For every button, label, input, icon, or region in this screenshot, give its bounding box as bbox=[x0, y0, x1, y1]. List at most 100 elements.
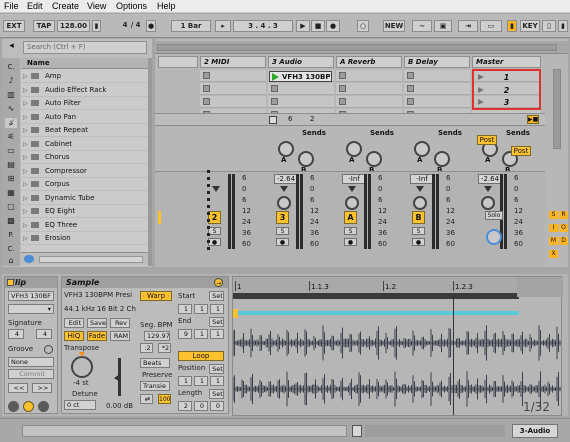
send-b-knob[interactable] bbox=[298, 151, 314, 167]
send-a-knob[interactable] bbox=[346, 141, 362, 157]
track-header[interactable]: B Delay bbox=[404, 56, 470, 68]
mixer-toggle-icon[interactable]: O bbox=[559, 224, 568, 232]
browser-list-item[interactable]: ▷ Cabinet bbox=[21, 138, 148, 151]
expand-arrow-icon[interactable]: ▷ bbox=[23, 70, 28, 83]
arm-button[interactable]: ● bbox=[344, 238, 357, 246]
expand-arrow-icon[interactable]: ▷ bbox=[23, 124, 28, 137]
audio-clip[interactable]: VFH3 130BPM P bbox=[269, 71, 332, 82]
expand-arrow-icon[interactable]: ▷ bbox=[23, 178, 28, 191]
double-tempo-button[interactable]: *2 bbox=[158, 343, 171, 353]
clip-slot[interactable] bbox=[200, 96, 266, 108]
time-sig-den[interactable]: 4 bbox=[133, 20, 143, 32]
volume-fader-handle[interactable] bbox=[348, 186, 356, 192]
sample-icon[interactable]: ▥ bbox=[5, 90, 17, 100]
track-activator-button[interactable]: 3 bbox=[276, 211, 289, 224]
clip-slot[interactable] bbox=[268, 83, 334, 95]
clip-stop-button[interactable] bbox=[271, 85, 278, 92]
solo-master-button[interactable]: Solo bbox=[485, 211, 503, 220]
clip-icon[interactable]: ▤ bbox=[5, 160, 17, 170]
clip-stop-button[interactable] bbox=[203, 85, 210, 92]
scene-launch[interactable]: 1 bbox=[475, 72, 538, 83]
punch-icon[interactable]: ▭ bbox=[480, 20, 502, 32]
scene-play-icon[interactable] bbox=[478, 86, 484, 93]
clip-slot[interactable] bbox=[200, 70, 266, 82]
preview-icon[interactable] bbox=[24, 255, 34, 263]
clip-slot[interactable] bbox=[336, 70, 402, 82]
solo-button[interactable]: S bbox=[412, 227, 425, 235]
start-position-field[interactable]: 1 bbox=[210, 304, 224, 314]
position-field[interactable]: 3 . 4 . 3 bbox=[233, 20, 293, 32]
track-header[interactable]: A Reverb bbox=[336, 56, 402, 68]
clip-stop-button[interactable] bbox=[407, 72, 414, 79]
loop-brace[interactable] bbox=[233, 293, 519, 299]
post-button[interactable]: Post bbox=[477, 135, 497, 145]
user-icon[interactable]: ⌂ bbox=[5, 256, 17, 266]
next-clip-button[interactable]: >> bbox=[32, 383, 52, 393]
end-set-button[interactable]: Set bbox=[209, 317, 224, 327]
pan-knob[interactable] bbox=[481, 196, 495, 210]
device-icon[interactable]: ▢ bbox=[5, 202, 17, 212]
overview-bar[interactable] bbox=[157, 44, 557, 51]
browser-list-item[interactable]: ▷ Corpus bbox=[21, 178, 148, 191]
ext-button[interactable]: EXT bbox=[3, 20, 25, 32]
follow-icon[interactable]: ▸ bbox=[215, 20, 231, 32]
expand-arrow-icon[interactable]: ▷ bbox=[23, 111, 28, 124]
detune-field[interactable]: 0 ct bbox=[64, 400, 96, 410]
browser-list-item[interactable]: ▷ Chorus bbox=[21, 151, 148, 164]
loop-region-bar[interactable] bbox=[233, 311, 519, 315]
menu-create[interactable]: Create bbox=[52, 1, 79, 11]
metronome-icon[interactable]: ● bbox=[146, 20, 156, 32]
plugin-icon[interactable]: ▭ bbox=[5, 146, 17, 156]
clip-slot[interactable] bbox=[336, 83, 402, 95]
clip-slot[interactable] bbox=[404, 83, 470, 95]
rack-icon[interactable]: ▦ bbox=[5, 188, 17, 198]
track-stop-icon[interactable] bbox=[269, 116, 277, 124]
track-activator-button[interactable]: B bbox=[412, 211, 425, 224]
send-b-knob[interactable] bbox=[434, 151, 450, 167]
clip-slot[interactable] bbox=[404, 70, 470, 82]
music-note-icon[interactable]: ♪ bbox=[5, 76, 17, 86]
show-sends-icon[interactable]: S bbox=[549, 211, 558, 219]
clip-stop-button[interactable] bbox=[407, 85, 414, 92]
clip-slot[interactable] bbox=[268, 96, 334, 108]
expand-arrow-icon[interactable]: ▷ bbox=[23, 138, 28, 151]
volume-fader-handle[interactable] bbox=[212, 186, 220, 192]
launch-icon[interactable] bbox=[8, 401, 19, 412]
send-a-knob[interactable] bbox=[278, 141, 294, 157]
io-toggle-icon[interactable]: I bbox=[549, 224, 558, 232]
fade-button[interactable]: Fade bbox=[87, 331, 107, 341]
clip-stop-button[interactable] bbox=[339, 98, 346, 105]
warp-button[interactable]: Warp bbox=[140, 291, 172, 301]
ram-button[interactable]: RAM bbox=[110, 331, 130, 341]
clip-pane-toggle-icon[interactable] bbox=[7, 279, 14, 286]
clip-playing-icon[interactable] bbox=[272, 73, 279, 81]
expand-arrow-icon[interactable]: ▷ bbox=[23, 151, 28, 164]
loop-length-field[interactable]: 2 bbox=[178, 401, 192, 411]
waveform-display[interactable] bbox=[233, 321, 561, 411]
show-returns-icon[interactable]: R bbox=[559, 211, 568, 219]
volume-display[interactable]: -Inf bbox=[342, 174, 366, 184]
session-scrollbar[interactable] bbox=[553, 69, 561, 149]
start-position-field[interactable]: 1 bbox=[178, 304, 192, 314]
menu-help[interactable]: Help bbox=[157, 1, 176, 11]
expand-arrow-icon[interactable]: ▷ bbox=[23, 232, 28, 245]
half-tempo-button[interactable]: :2 bbox=[140, 343, 153, 353]
clip-slot[interactable] bbox=[200, 83, 266, 95]
overview-waveform[interactable] bbox=[365, 425, 505, 437]
stop-all-clips-button[interactable]: ▶■ bbox=[527, 115, 539, 124]
envelope-100-button[interactable]: 100 bbox=[158, 394, 171, 404]
loop-position-field[interactable]: 1 bbox=[178, 376, 192, 386]
end-position-field[interactable]: 1 bbox=[194, 329, 208, 339]
category-c-tab[interactable]: C. bbox=[5, 62, 17, 72]
midi-map-icon[interactable]: ▮ bbox=[507, 20, 517, 32]
search-input[interactable]: Search (Ctrl + F) bbox=[23, 41, 147, 54]
hiq-button[interactable]: HiQ bbox=[64, 331, 84, 341]
name-column-header[interactable]: Name bbox=[21, 58, 148, 69]
preserve-select[interactable]: Transie bbox=[140, 381, 170, 391]
browser-list-item[interactable]: ▷ Beat Repeat bbox=[21, 124, 148, 137]
browser-list-item[interactable]: ▷ Auto Pan bbox=[21, 111, 148, 124]
track-header[interactable]: 3 Audio bbox=[268, 56, 334, 68]
browser-list-item[interactable]: ▷ EQ Eight bbox=[21, 205, 148, 218]
clip-slot[interactable] bbox=[336, 96, 402, 108]
gain-slider-handle[interactable] bbox=[114, 374, 120, 382]
